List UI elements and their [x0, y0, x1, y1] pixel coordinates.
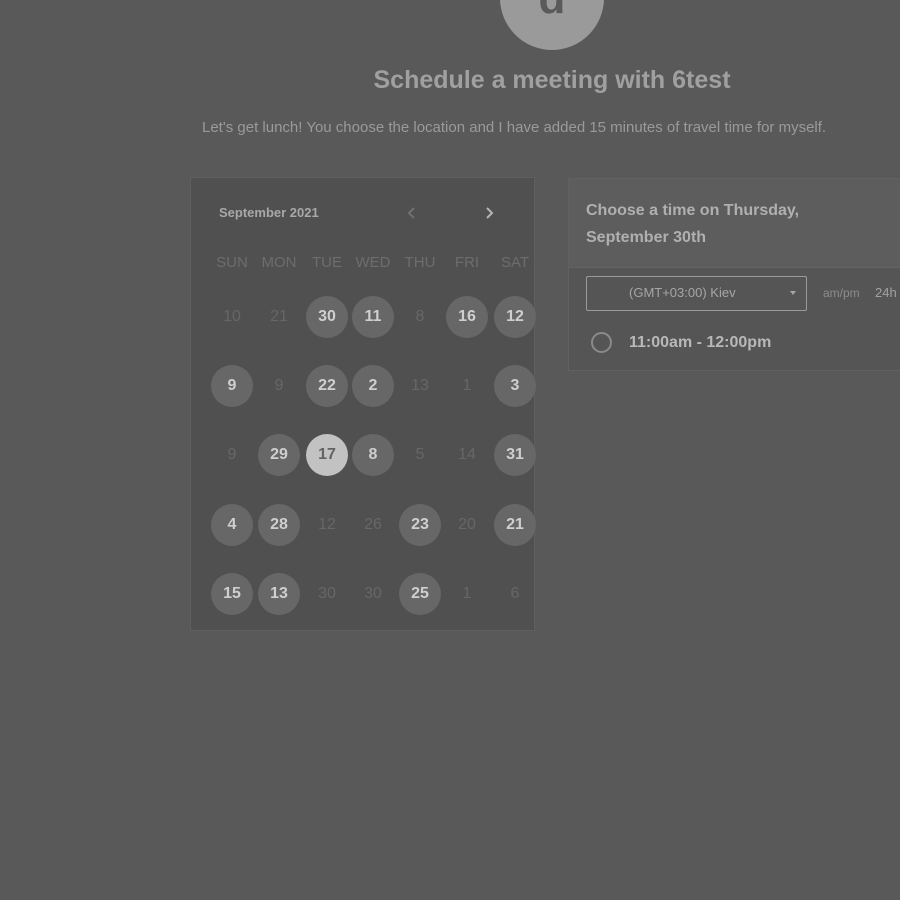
calendar-day[interactable]: 25 — [399, 573, 441, 615]
calendar-day[interactable]: 3 — [494, 365, 536, 407]
calendar-day: 1 — [462, 585, 472, 602]
weekday-label: MON — [261, 254, 297, 271]
calendar-day: 9 — [227, 446, 237, 463]
weekday-label: SAT — [500, 254, 530, 271]
calendar-day[interactable]: 15 — [211, 573, 253, 615]
format-ampm-toggle[interactable]: am/pm — [823, 286, 860, 300]
calendar-day: 8 — [415, 308, 425, 325]
timezone-select[interactable]: (GMT+03:00) Kiev — [586, 276, 807, 311]
weekday-label: WED — [355, 254, 391, 271]
radio-icon[interactable] — [591, 332, 612, 353]
calendar-day: 26 — [364, 516, 382, 533]
date-picker-calendar: September 2021 SUN MON TUE WED THU FRI SAT 10 2… — [190, 177, 536, 631]
next-month-button[interactable] — [476, 200, 502, 226]
weekday-label: FRI — [454, 254, 480, 271]
weekday-header-row: SUN MON TUE WED THU FRI SAT — [205, 254, 535, 272]
time-slot-label: 11:00am - 12:00pm — [629, 334, 772, 351]
calendar-day: 9 — [274, 377, 284, 394]
previous-month-button[interactable] — [399, 200, 425, 226]
weekday-label: SUN — [216, 254, 248, 271]
time-panel-header: Choose a time on Thursday, September 30t… — [569, 179, 900, 268]
calendar-day[interactable]: 31 — [494, 434, 536, 476]
calendar-day[interactable]: 9 — [211, 365, 253, 407]
calendar-day[interactable]: 29 — [258, 434, 300, 476]
avatar-letter: d — [539, 0, 566, 24]
calendar-day: 1 — [462, 377, 472, 394]
weekday-label: THU — [404, 254, 436, 271]
calendar-day[interactable]: 8 — [352, 434, 394, 476]
calendar-day[interactable]: 11 — [352, 296, 394, 338]
caret-down-icon — [790, 291, 796, 295]
time-selection-panel: Choose a time on Thursday, September 30t… — [568, 178, 900, 371]
scheduling-page: d Schedule a meeting with 6test Let's ge… — [0, 0, 900, 900]
chevron-right-icon — [486, 207, 494, 219]
meeting-description: Let's get lunch! You choose the location… — [202, 119, 827, 136]
calendar-day: 14 — [458, 446, 476, 463]
timezone-value: (GMT+03:00) Kiev — [629, 285, 736, 300]
calendar-day: 13 — [411, 377, 429, 394]
format-24h-toggle[interactable]: 24h — [875, 285, 897, 300]
calendar-day: 5 — [415, 446, 425, 463]
calendar-day[interactable]: 16 — [446, 296, 488, 338]
calendar-day[interactable]: 21 — [494, 504, 536, 546]
calendar-day-selected[interactable]: 17 — [306, 434, 348, 476]
calendar-day[interactable]: 28 — [258, 504, 300, 546]
calendar-day: 30 — [364, 585, 382, 602]
calendar-day[interactable]: 2 — [352, 365, 394, 407]
calendar-day: 21 — [270, 308, 288, 325]
time-slot-option[interactable]: 11:00am - 12:00pm — [589, 332, 889, 358]
calendar-day[interactable]: 30 — [306, 296, 348, 338]
calendar-day[interactable]: 23 — [399, 504, 441, 546]
chevron-left-icon — [407, 207, 415, 219]
calendar-day: 6 — [510, 585, 520, 602]
calendar-day[interactable]: 22 — [306, 365, 348, 407]
page-title: Schedule a meeting with 6test — [373, 66, 731, 94]
calendar-day: 20 — [458, 516, 476, 533]
calendar-day[interactable]: 13 — [258, 573, 300, 615]
host-avatar: d — [500, 0, 604, 50]
calendar-day: 30 — [318, 585, 336, 602]
weekday-label: TUE — [312, 254, 342, 271]
calendar-day[interactable]: 12 — [494, 296, 536, 338]
calendar-day: 12 — [318, 516, 336, 533]
selected-date-heading: Choose a time on Thursday, September 30t… — [586, 202, 800, 246]
calendar-day[interactable]: 4 — [211, 504, 253, 546]
calendar-day: 10 — [223, 308, 241, 325]
calendar-month-label: September 2021 — [219, 205, 319, 220]
